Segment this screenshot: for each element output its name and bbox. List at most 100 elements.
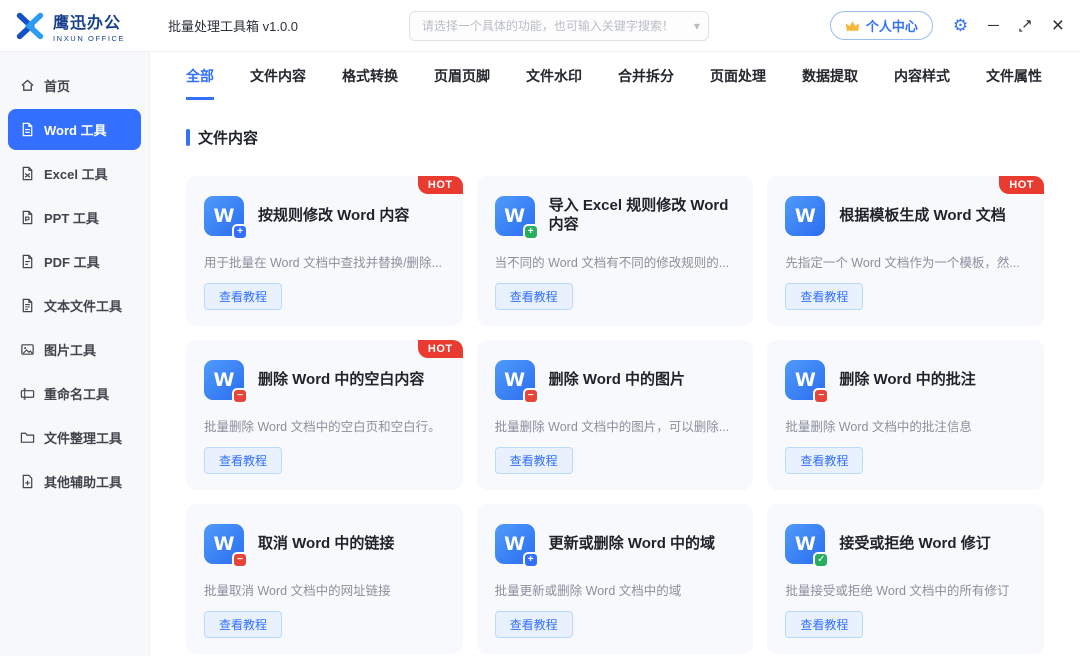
card-title: 导入 Excel 规则修改 Word 内容 xyxy=(549,197,736,235)
home-icon xyxy=(20,78,35,93)
sidebar-item-rename[interactable]: 重命名工具 xyxy=(8,373,141,414)
app-title: 批量处理工具箱 v1.0.0 xyxy=(168,16,298,35)
main-content: 全部 文件内容 格式转换 页眉页脚 文件水印 合并拆分 页面处理 数据提取 内容… xyxy=(150,52,1080,656)
view-tutorial-button[interactable]: 查看教程 xyxy=(204,611,282,638)
tab-merge-split[interactable]: 合并拆分 xyxy=(618,52,674,100)
sidebar-item-file-organize[interactable]: 文件整理工具 xyxy=(8,417,141,458)
chevron-down-icon[interactable]: ▾ xyxy=(694,19,700,33)
hot-badge: HOT xyxy=(418,176,463,194)
view-tutorial-button[interactable]: 查看教程 xyxy=(785,447,863,474)
card-accept-reject-revisions[interactable]: W✓ 接受或拒绝 Word 修订 批量接受或拒绝 Word 文档中的所有修订 查… xyxy=(767,504,1044,654)
app-name: 鹰迅办公 xyxy=(53,9,125,33)
card-generate-from-template[interactable]: HOT W 根据模板生成 Word 文档 先指定一个 Word 文档作为一个模板… xyxy=(767,176,1044,326)
minimize-button[interactable]: ─ xyxy=(988,18,999,33)
card-description: 批量删除 Word 文档中的批注信息 xyxy=(785,416,1026,435)
card-import-excel-rules[interactable]: W+ 导入 Excel 规则修改 Word 内容 当不同的 Word 文档有不同… xyxy=(477,176,754,326)
sidebar-item-pdf[interactable]: PDF 工具 xyxy=(8,241,141,282)
view-tutorial-button[interactable]: 查看教程 xyxy=(785,611,863,638)
text-doc-icon xyxy=(20,298,35,313)
app-window: 鹰迅办公 INXUN OFFICE 批量处理工具箱 v1.0.0 ▾ 个人中心 … xyxy=(0,0,1080,656)
card-title: 按规则修改 Word 内容 xyxy=(258,207,409,226)
card-delete-images[interactable]: W− 删除 Word 中的图片 批量删除 Word 文档中的图片，可以删除...… xyxy=(477,340,754,490)
word-delete-image-icon: W− xyxy=(495,360,535,400)
word-unlink-icon: W− xyxy=(204,524,244,564)
sidebar-item-label: 其他辅助工具 xyxy=(44,472,122,491)
logo-icon xyxy=(14,10,46,42)
tools-icon xyxy=(20,474,35,489)
tab-watermark[interactable]: 文件水印 xyxy=(526,52,582,100)
view-tutorial-button[interactable]: 查看教程 xyxy=(204,283,282,310)
sidebar-item-other-tools[interactable]: 其他辅助工具 xyxy=(8,461,141,502)
settings-icon[interactable]: ⚙ xyxy=(953,17,968,34)
cards-grid: HOT W+ 按规则修改 Word 内容 用于批量在 Word 文档中查找并替换… xyxy=(186,176,1044,656)
sidebar-item-image[interactable]: 图片工具 xyxy=(8,329,141,370)
sidebar-item-label: Excel 工具 xyxy=(44,164,108,183)
view-tutorial-button[interactable]: 查看教程 xyxy=(495,283,573,310)
sidebar-item-word[interactable]: Word 工具 xyxy=(8,109,141,150)
card-title: 根据模板生成 Word 文档 xyxy=(839,207,1005,226)
view-tutorial-button[interactable]: 查看教程 xyxy=(495,447,573,474)
card-description: 批量接受或拒绝 Word 文档中的所有修订 xyxy=(785,580,1026,599)
sidebar-item-home[interactable]: 首页 xyxy=(8,65,141,106)
word-delete-blank-icon: W− xyxy=(204,360,244,400)
ppt-doc-icon xyxy=(20,210,35,225)
tab-format-convert[interactable]: 格式转换 xyxy=(342,52,398,100)
tab-data-extract[interactable]: 数据提取 xyxy=(802,52,858,100)
view-tutorial-button[interactable]: 查看教程 xyxy=(785,283,863,310)
tab-file-attr[interactable]: 文件属性 xyxy=(986,52,1042,100)
card-title: 更新或删除 Word 中的域 xyxy=(549,535,715,554)
search-input[interactable] xyxy=(422,19,694,33)
card-modify-by-rule[interactable]: HOT W+ 按规则修改 Word 内容 用于批量在 Word 文档中查找并替换… xyxy=(186,176,463,326)
search-box[interactable]: ▾ xyxy=(409,11,709,41)
sidebar-item-label: 重命名工具 xyxy=(44,384,109,403)
user-center-button[interactable]: 个人中心 xyxy=(830,11,933,40)
image-icon xyxy=(20,342,35,357)
card-description: 批量删除 Word 文档中的空白页和空白行。 xyxy=(204,416,445,435)
section-header: 文件内容 xyxy=(186,126,1044,148)
word-template-icon: W xyxy=(785,196,825,236)
tab-file-content[interactable]: 文件内容 xyxy=(250,52,306,100)
tab-page-process[interactable]: 页面处理 xyxy=(710,52,766,100)
word-edit-icon: W+ xyxy=(204,196,244,236)
section-accent-bar xyxy=(186,129,190,146)
sidebar-item-label: 文件整理工具 xyxy=(44,428,122,447)
word-field-icon: W+ xyxy=(495,524,535,564)
pdf-doc-icon xyxy=(20,254,35,269)
card-cancel-links[interactable]: W− 取消 Word 中的链接 批量取消 Word 文档中的网址链接 查看教程 xyxy=(186,504,463,654)
view-tutorial-button[interactable]: 查看教程 xyxy=(495,611,573,638)
word-delete-comment-icon: W− xyxy=(785,360,825,400)
word-doc-icon xyxy=(20,122,35,137)
sidebar-item-label: 首页 xyxy=(44,76,70,95)
card-delete-comments[interactable]: W− 删除 Word 中的批注 批量删除 Word 文档中的批注信息 查看教程 xyxy=(767,340,1044,490)
card-description: 批量取消 Word 文档中的网址链接 xyxy=(204,580,445,599)
sidebar-item-textfile[interactable]: 文本文件工具 xyxy=(8,285,141,326)
topbar: 鹰迅办公 INXUN OFFICE 批量处理工具箱 v1.0.0 ▾ 个人中心 … xyxy=(0,0,1080,52)
sidebar-item-label: PDF 工具 xyxy=(44,252,100,271)
excel-doc-icon xyxy=(20,166,35,181)
tab-content-style[interactable]: 内容样式 xyxy=(894,52,950,100)
card-update-fields[interactable]: W+ 更新或删除 Word 中的域 批量更新或删除 Word 文档中的域 查看教… xyxy=(477,504,754,654)
card-description: 用于批量在 Word 文档中查找并替换/删除... xyxy=(204,252,445,271)
user-center-label: 个人中心 xyxy=(866,16,918,35)
card-description: 当不同的 Word 文档有不同的修改规则的... xyxy=(495,252,736,271)
card-title: 删除 Word 中的空白内容 xyxy=(258,371,424,390)
rename-icon xyxy=(20,386,35,401)
tab-header-footer[interactable]: 页眉页脚 xyxy=(434,52,490,100)
hot-badge: HOT xyxy=(999,176,1044,194)
sidebar: 首页 Word 工具 Excel 工具 xyxy=(0,52,150,656)
app-subname: INXUN OFFICE xyxy=(53,34,125,43)
sidebar-item-label: Word 工具 xyxy=(44,120,107,139)
close-button[interactable]: × xyxy=(1052,15,1064,36)
card-title: 删除 Word 中的图片 xyxy=(549,371,685,390)
card-title: 取消 Word 中的链接 xyxy=(258,535,394,554)
maximize-button[interactable] xyxy=(1019,19,1032,32)
sidebar-item-label: PPT 工具 xyxy=(44,208,99,227)
sidebar-item-label: 图片工具 xyxy=(44,340,96,359)
section-title: 文件内容 xyxy=(198,127,258,148)
sidebar-item-excel[interactable]: Excel 工具 xyxy=(8,153,141,194)
sidebar-item-ppt[interactable]: PPT 工具 xyxy=(8,197,141,238)
card-delete-blank[interactable]: HOT W− 删除 Word 中的空白内容 批量删除 Word 文档中的空白页和… xyxy=(186,340,463,490)
tab-all[interactable]: 全部 xyxy=(186,52,214,100)
view-tutorial-button[interactable]: 查看教程 xyxy=(204,447,282,474)
card-title: 删除 Word 中的批注 xyxy=(839,371,975,390)
